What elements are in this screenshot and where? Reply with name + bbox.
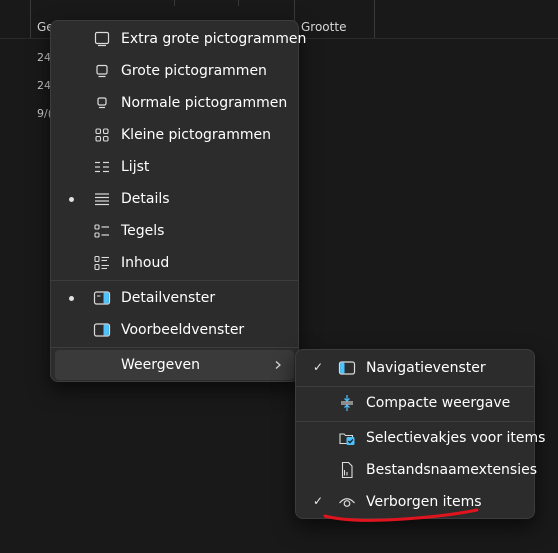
red-underline-annotation (323, 508, 479, 522)
preview-pane-icon (93, 323, 111, 337)
menu-item-label: Detailvenster (121, 290, 216, 306)
menu-item-preview-pane[interactable]: Voorbeeldvenster (55, 315, 294, 345)
column-divider (30, 0, 31, 38)
menu-item-label: Normale pictogrammen (121, 95, 288, 111)
check-icon: ✓ (312, 360, 324, 374)
menu-item-show[interactable]: Weergeven (55, 350, 294, 380)
menu-item-label: Grote pictogrammen (121, 63, 267, 79)
details-pane-icon (93, 291, 111, 305)
tiles-icon (94, 224, 109, 238)
navigation-pane-icon (338, 361, 356, 375)
menu-item-medium-icons[interactable]: Normale pictogrammen (55, 88, 294, 118)
menu-separator (296, 386, 534, 387)
menu-item-label: Tegels (121, 223, 165, 239)
menu-item-label: Extra grote pictogrammen (121, 31, 307, 47)
menu-item-label: Navigatievenster (366, 360, 486, 376)
content-icon (94, 255, 109, 271)
menu-item-compact-view[interactable]: Compacte weergave (300, 388, 530, 418)
column-divider (374, 0, 375, 38)
menu-item-label: Selectievakjes voor items (366, 430, 546, 446)
menu-item-label: Lijst (121, 159, 150, 175)
menu-item-label: Inhoud (121, 255, 170, 271)
show-submenu: ✓ Navigatievenster Compacte weergave Sel… (295, 349, 545, 519)
view-menu: Extra grote pictogrammen Grote pictogram… (50, 20, 306, 382)
menu-item-details[interactable]: Details (55, 184, 294, 214)
menu-item-label: Voorbeeldvenster (121, 322, 245, 338)
menu-item-label: Kleine pictogrammen (121, 127, 272, 143)
selected-bullet-icon (69, 197, 74, 202)
column-divider (174, 0, 175, 6)
menu-item-label: Weergeven (121, 357, 201, 373)
menu-item-label: Bestandsnaamextensies (366, 462, 538, 478)
menu-separator (296, 421, 534, 422)
extra-large-icons-icon (94, 31, 110, 47)
menu-item-small-icons[interactable]: Kleine pictogrammen (55, 120, 294, 150)
menu-item-content[interactable]: Inhoud (55, 248, 294, 278)
menu-separator (51, 347, 298, 348)
menu-item-large-icons[interactable]: Grote pictogrammen (55, 56, 294, 86)
compact-view-icon (341, 395, 353, 411)
menu-item-list[interactable]: Lijst (55, 152, 294, 182)
menu-item-navigation-pane[interactable]: ✓ Navigatievenster (300, 353, 530, 383)
medium-icons-icon (97, 97, 107, 109)
small-icons-icon (95, 128, 109, 142)
selected-bullet-icon (69, 296, 74, 301)
menu-item-item-checkboxes[interactable]: Selectievakjes voor items (300, 423, 545, 453)
menu-item-extra-large-icons[interactable]: Extra grote pictogrammen (55, 24, 306, 54)
file-extensions-icon (341, 461, 353, 479)
column-header-size[interactable]: Grootte (301, 20, 346, 34)
menu-item-details-pane[interactable]: Detailvenster (55, 283, 294, 313)
details-icon (95, 193, 109, 206)
list-icon (95, 161, 109, 173)
item-checkboxes-icon (339, 433, 355, 445)
menu-item-tiles[interactable]: Tegels (55, 216, 294, 246)
menu-item-file-extensions[interactable]: Bestandsnaamextensies (300, 455, 537, 485)
menu-item-label: Details (121, 191, 170, 207)
large-icons-icon (96, 64, 108, 78)
chevron-right-icon (275, 361, 281, 369)
column-divider (238, 0, 239, 6)
menu-separator (51, 280, 298, 281)
menu-item-label: Compacte weergave (366, 395, 511, 411)
